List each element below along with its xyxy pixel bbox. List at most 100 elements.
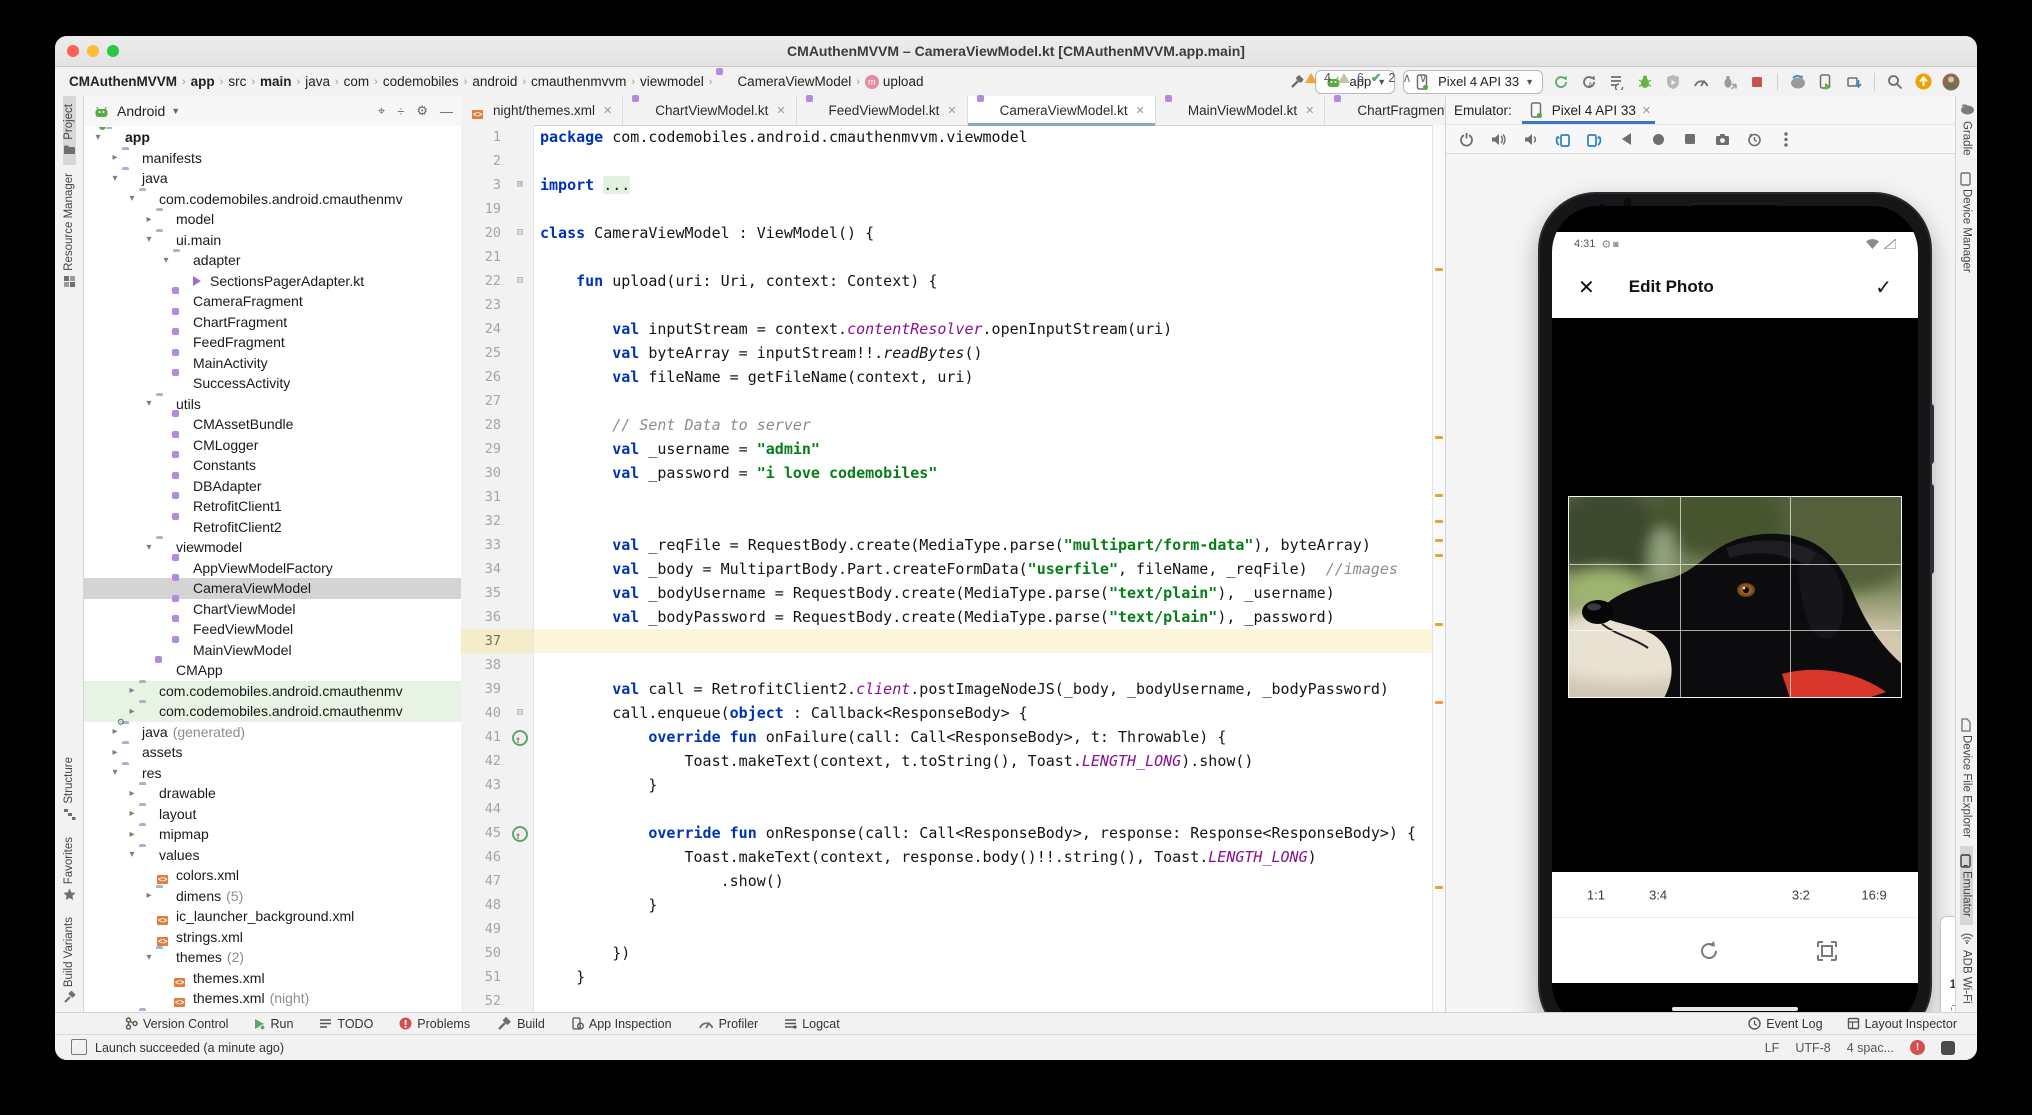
tree-item-themes[interactable]: ▾themes(2) <box>83 947 461 968</box>
editor-tab-mainviewmodel-kt[interactable]: MainViewModel.kt✕ <box>1156 96 1326 125</box>
code-line-27[interactable]: 27 <box>461 389 1445 413</box>
prev-problem-icon[interactable]: ∧ <box>1402 70 1411 85</box>
zoom-window-button[interactable] <box>107 45 119 57</box>
editor-tab-night-themes-xml[interactable]: night/themes.xml✕ <box>461 96 623 125</box>
tree-item-com-codemobiles-android-cmauthenmv[interactable]: ▸com.codemobiles.android.cmauthenmv <box>83 701 461 722</box>
code-line-22[interactable]: 22⊟ fun upload(uri: Uri, context: Contex… <box>461 269 1445 293</box>
code-line-47[interactable]: 47 .show() <box>461 869 1445 893</box>
code-line-20[interactable]: 20⊟class CameraViewModel : ViewModel() { <box>461 221 1445 245</box>
tree-item-retrofitclient2[interactable]: RetrofitClient2 <box>83 517 461 538</box>
tree-toggle-icon[interactable]: ▸ <box>125 788 139 799</box>
tree-item-res[interactable]: ▾res <box>83 763 461 784</box>
code-line-28[interactable]: 28 // Sent Data to server <box>461 413 1445 437</box>
rotate-icon[interactable] <box>1698 940 1720 962</box>
code-line-43[interactable]: 43 } <box>461 773 1445 797</box>
code-line-46[interactable]: 46 Toast.makeText(context, response.body… <box>461 845 1445 869</box>
editor-scroll-stripe[interactable] <box>1432 125 1445 1012</box>
warning-stripe-mark[interactable] <box>1435 436 1443 439</box>
tree-item-sectionspageradapter-kt[interactable]: SectionsPagerAdapter.kt <box>83 271 461 292</box>
error-badge[interactable]: ! <box>1910 1040 1925 1055</box>
tree-item-cmassetbundle[interactable]: CMAssetBundle <box>83 414 461 435</box>
code-line-1[interactable]: 1package com.codemobiles.android.cmauthe… <box>461 125 1445 149</box>
tool-stripe-build-variants[interactable]: Build Variants <box>63 909 76 1012</box>
window-icon[interactable] <box>71 1039 87 1055</box>
tree-item-successactivity[interactable]: SuccessActivity <box>83 373 461 394</box>
breadcrumb-item-app[interactable]: app <box>191 74 215 89</box>
emulator-back-icon[interactable] <box>1618 131 1634 147</box>
overrides-gutter-icon[interactable] <box>507 725 534 749</box>
tool-stripe-gradle[interactable]: Gradle <box>1960 96 1973 164</box>
close-tab-icon[interactable]: ✕ <box>1136 104 1145 117</box>
tree-item-viewmodel[interactable]: ▾viewmodel <box>83 537 461 558</box>
emulator-more-icon[interactable] <box>1778 131 1794 147</box>
tree-toggle-icon[interactable]: ▸ <box>125 808 139 819</box>
tree-toggle-icon[interactable]: ▾ <box>91 132 105 143</box>
tree-toggle-icon[interactable]: ▸ <box>142 214 156 225</box>
tool-window-button-event-log[interactable]: Event Log <box>1748 1017 1822 1031</box>
breadcrumb-item-android[interactable]: android <box>472 74 517 89</box>
crop-resize-icon[interactable] <box>1816 940 1838 962</box>
tree-toggle-icon[interactable]: ▾ <box>159 255 173 266</box>
tree-toggle-icon[interactable]: ▸ <box>125 829 139 840</box>
tree-item-feedfragment[interactable]: FeedFragment <box>83 332 461 353</box>
emulator-volume-down-icon[interactable] <box>1522 131 1538 147</box>
tree-item-values[interactable]: ▾values <box>83 845 461 866</box>
status-indicator[interactable]: 4 spac... <box>1847 1041 1894 1055</box>
tree-item-cmlogger[interactable]: CMLogger <box>83 435 461 456</box>
build-hammer-icon[interactable] <box>1287 72 1307 92</box>
tree-item-ui-main[interactable]: ▾ui.main <box>83 230 461 251</box>
code-line-30[interactable]: 30 val _password = "i love codemobiles" <box>461 461 1445 485</box>
tool-window-button-todo[interactable]: TODO <box>319 1017 373 1031</box>
emulator-snapshots-icon[interactable] <box>1746 131 1762 147</box>
close-tab-icon[interactable]: ✕ <box>947 104 956 117</box>
tree-item-chartviewmodel[interactable]: ChartViewModel <box>83 599 461 620</box>
emulator-rotate-right-icon[interactable] <box>1586 131 1602 147</box>
warning-stripe-mark[interactable] <box>1435 886 1443 889</box>
tree-item-mipmap[interactable]: ▸mipmap <box>83 824 461 845</box>
gear-icon[interactable]: ⚙ <box>416 103 428 119</box>
code-line-45[interactable]: 45 override fun onResponse(call: Call<Re… <box>461 821 1445 845</box>
code-line-49[interactable]: 49 <box>461 917 1445 941</box>
tree-item-dimens[interactable]: ▸dimens(5) <box>83 886 461 907</box>
tool-window-button-layout-inspector[interactable]: Layout Inspector <box>1847 1017 1957 1031</box>
emulator-power-icon[interactable] <box>1458 131 1474 147</box>
close-icon[interactable]: ✕ <box>1578 275 1595 300</box>
tool-window-button-app-inspection[interactable]: App Inspection <box>571 1017 672 1031</box>
tree-item-mainviewmodel[interactable]: MainViewModel <box>83 640 461 661</box>
warning-stripe-mark[interactable] <box>1435 494 1443 497</box>
tree-toggle-icon[interactable]: ▾ <box>142 234 156 245</box>
aspect-ratio-1-1[interactable]: 1:1 <box>1587 888 1605 903</box>
tool-stripe-resource-manager[interactable]: Resource Manager <box>63 165 76 296</box>
status-indicator[interactable]: LF <box>1765 1041 1780 1055</box>
editor-tab-cameraviewmodel-kt[interactable]: CameraViewModel.kt✕ <box>968 96 1156 125</box>
emulator-overview-icon[interactable] <box>1682 131 1698 147</box>
breadcrumb-item-cmauthenmvvm[interactable]: cmauthenmvvm <box>531 74 626 89</box>
tool-window-button-profiler[interactable]: Profiler <box>698 1016 759 1032</box>
aspect-ratio-3-2[interactable]: 3:2 <box>1792 888 1810 903</box>
code-line-25[interactable]: 25 val byteArray = inputStream!!.readByt… <box>461 341 1445 365</box>
status-indicator[interactable]: UTF-8 <box>1795 1041 1830 1055</box>
tool-window-button-problems[interactable]: Problems <box>399 1017 470 1031</box>
tree-item-java[interactable]: ▾java <box>83 168 461 189</box>
code-line-35[interactable]: 35 val _bodyUsername = RequestBody.creat… <box>461 581 1445 605</box>
tree-item-dbadapter[interactable]: DBAdapter <box>83 476 461 497</box>
code-line-41[interactable]: 41 override fun onFailure(call: Call<Res… <box>461 725 1445 749</box>
photo-crop-area[interactable] <box>1552 318 1918 872</box>
close-window-button[interactable] <box>67 45 79 57</box>
tree-item-ic-launcher-background-xml[interactable]: ic_launcher_background.xml <box>83 906 461 927</box>
code-line-50[interactable]: 50 }) <box>461 941 1445 965</box>
chevron-down-icon[interactable]: ▼ <box>171 106 180 116</box>
code-line-33[interactable]: 33 val _reqFile = RequestBody.create(Med… <box>461 533 1445 557</box>
tree-item-model[interactable]: ▸model <box>83 209 461 230</box>
breadcrumb-item-java[interactable]: java <box>305 74 330 89</box>
tree-item-com-codemobiles-android-cmauthenmv[interactable]: ▸com.codemobiles.android.cmauthenmv <box>83 681 461 702</box>
breadcrumb-item-codemobiles[interactable]: codemobiles <box>383 74 459 89</box>
tree-item-drawable[interactable]: ▸drawable <box>83 783 461 804</box>
overrides-gutter-icon[interactable] <box>507 821 534 845</box>
tree-item-camerafragment[interactable]: CameraFragment <box>83 291 461 312</box>
tool-stripe-device-file-explorer[interactable]: Device File Explorer <box>1960 710 1973 846</box>
minimize-window-button[interactable] <box>87 45 99 57</box>
tree-item-app[interactable]: ▾app <box>83 127 461 148</box>
code-line-48[interactable]: 48 } <box>461 893 1445 917</box>
aspect-ratio-3-4[interactable]: 3:4 <box>1649 888 1667 903</box>
